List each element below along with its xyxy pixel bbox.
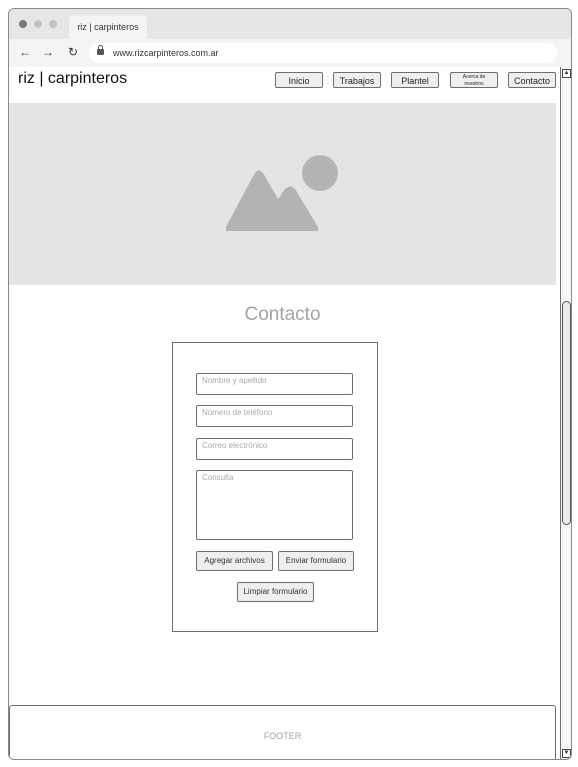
mountains-icon xyxy=(226,170,318,231)
back-arrow-icon[interactable]: ← xyxy=(18,45,32,59)
nav-inicio-button[interactable]: Inicio xyxy=(275,72,323,88)
nav-acerca-label-line1: Acerca de xyxy=(462,74,486,80)
scroll-down-arrow-icon[interactable]: ▼ xyxy=(562,749,571,758)
site-logo[interactable]: riz | carpinteros xyxy=(18,70,127,88)
send-form-button[interactable]: Enviar formulario xyxy=(278,551,354,571)
query-textarea[interactable]: Consulta xyxy=(196,470,353,540)
reload-icon[interactable]: ↻ xyxy=(66,45,80,59)
scroll-up-arrow-icon[interactable]: ▲ xyxy=(562,69,571,78)
title-bar: riz | carpinteros xyxy=(9,9,571,39)
browser-tab[interactable]: riz | carpinteros xyxy=(69,15,147,39)
nav-trabajos-button[interactable]: Trabajos xyxy=(333,72,381,88)
url-text: www.rizcarpinteros.com.ar xyxy=(113,48,219,58)
page-content: riz | carpinteros Inicio Trabajos Plante… xyxy=(9,67,560,759)
contact-heading: Contacto xyxy=(244,304,321,325)
nav-acerca-button[interactable]: Acerca de nosotros xyxy=(450,72,498,88)
close-window-button[interactable] xyxy=(19,20,27,28)
lock-icon xyxy=(97,45,104,55)
phone-field[interactable]: Número de teléfono xyxy=(196,405,353,427)
browser-window: riz | carpinteros ← → ↻ www.rizcarpinter… xyxy=(8,8,572,760)
vertical-scrollbar[interactable]: ▲ ▼ xyxy=(560,67,571,759)
forward-arrow-icon[interactable]: → xyxy=(41,45,55,59)
nav-contacto-button[interactable]: Contacto xyxy=(508,72,556,88)
footer: FOOTER xyxy=(9,705,556,759)
nav-acerca-label-line2: nosotros xyxy=(464,81,484,87)
contact-form: Nombre y apellido Número de teléfono Cor… xyxy=(172,342,378,632)
address-bar[interactable]: www.rizcarpinteros.com.ar xyxy=(89,43,557,63)
scrollbar-thumb[interactable] xyxy=(562,301,571,525)
name-field[interactable]: Nombre y apellido xyxy=(196,373,353,395)
clear-form-button[interactable]: Limpiar formulario xyxy=(237,582,314,602)
email-field[interactable]: Correo electrónico xyxy=(196,438,353,460)
nav-plantel-button[interactable]: Plantel xyxy=(391,72,439,88)
browser-toolbar: ← → ↻ www.rizcarpinteros.com.ar xyxy=(9,39,571,67)
attach-files-button[interactable]: Agregar archivos xyxy=(196,551,273,571)
hero-banner xyxy=(9,103,556,285)
maximize-window-button[interactable] xyxy=(49,20,57,28)
minimize-window-button[interactable] xyxy=(34,20,42,28)
